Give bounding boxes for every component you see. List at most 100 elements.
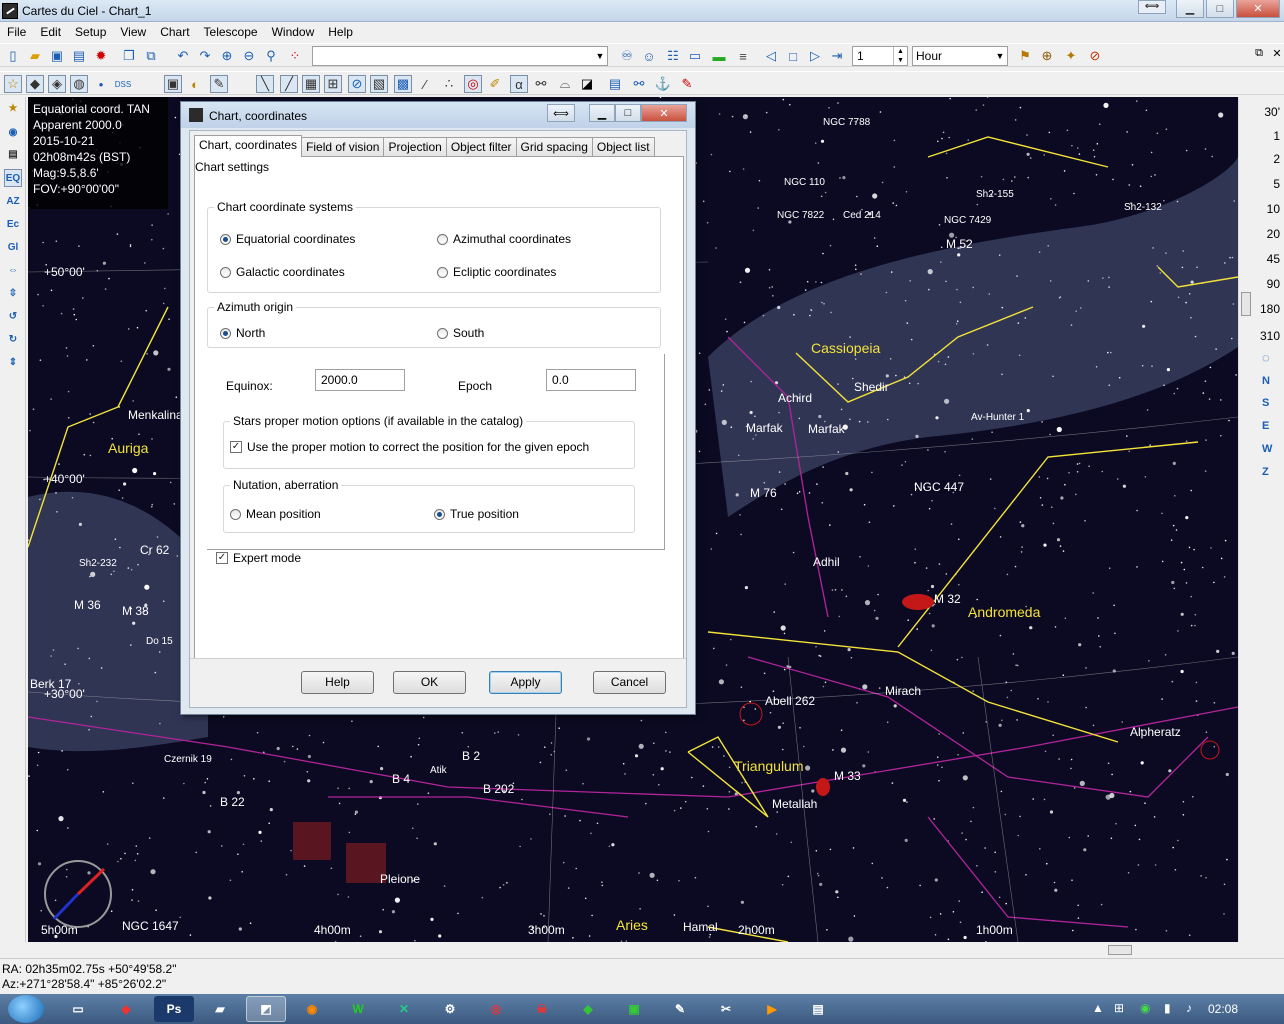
tab-projection[interactable]: Projection [383,137,447,157]
anchor-icon[interactable]: ⚓ [654,75,672,93]
notes-task-icon[interactable]: ▤ [798,996,838,1022]
satellite-icon[interactable]: ⚯ [532,75,550,93]
time-icon[interactable]: ▬ [710,47,728,65]
fast-forward-icon[interactable]: ⇥ [828,47,846,65]
south-button[interactable]: S [1262,397,1269,409]
frame-icon[interactable]: ▩ [394,75,412,93]
setup-icon[interactable]: ✹ [92,47,110,65]
galactic-radio[interactable]: Galactic coordinates [220,265,345,279]
apply-button[interactable]: Apply [489,671,562,694]
dialog-close-button[interactable]: ✕ [641,104,687,122]
tool-task-icon[interactable]: ◎ [476,996,516,1022]
zenith-button[interactable]: Z [1262,466,1269,478]
spinner-arrows-icon[interactable]: ▲ ▼ [893,47,907,65]
folder-task-icon[interactable]: ▰ [200,996,240,1022]
tab-chart-coordinates[interactable]: Chart, coordinates [194,135,303,157]
azimuthal-radio[interactable]: Azimuthal coordinates [437,232,571,246]
label-icon[interactable]: ✎ [210,75,228,93]
chevron-down-icon[interactable]: ▼ [993,47,1007,65]
equatorial-radio[interactable]: Equatorial coordinates [220,232,355,246]
tab-object-filter[interactable]: Object filter [445,137,517,157]
dialog-resize-button[interactable]: ⟺ [547,104,575,122]
menu-help[interactable]: Help [321,25,360,39]
media-task-icon[interactable]: ▶ [752,996,792,1022]
undo-icon[interactable]: ↶ [174,47,192,65]
app-task-icon[interactable]: ◆ [106,996,146,1022]
star-icon[interactable]: ★ [4,99,22,117]
flip-horizontal-icon[interactable]: ⇔ [4,261,22,279]
notes-icon[interactable]: ▤ [4,145,22,163]
fov-90-button[interactable]: 90 [1267,277,1280,291]
fov-30-button[interactable]: 30' [1264,105,1280,119]
network-tray-icon[interactable]: ▮ [1164,1001,1171,1015]
ecliptic-radio[interactable]: Ecliptic coordinates [437,265,556,279]
east-button[interactable]: E [1262,420,1269,432]
link-icon[interactable]: ⚯ [630,75,648,93]
tab-grid-spacing[interactable]: Grid spacing [515,137,593,157]
open-folder-icon[interactable]: ▰ [26,47,44,65]
save-icon[interactable]: ▣ [48,47,66,65]
binoculars-icon[interactable]: ♾ [618,47,636,65]
new-chart-icon[interactable]: ▯ [4,47,22,65]
tab-field-of-vision[interactable]: Field of vision [301,137,385,157]
telrad-icon[interactable]: ◎ [464,75,482,93]
search-combo[interactable]: ▼ [312,46,608,66]
menu-file[interactable]: File [0,25,33,39]
menu-edit[interactable]: Edit [33,25,68,39]
west-button[interactable]: W [1262,443,1272,455]
az-projection-button[interactable]: AZ [4,192,22,210]
help-button[interactable]: Help [301,671,374,694]
fov-1-button[interactable]: 1 [1273,129,1280,143]
tray-arrow-icon[interactable]: ▲ [1092,1001,1104,1015]
grid-icon[interactable]: ▦ [302,75,320,93]
menu-view[interactable]: View [113,25,153,39]
volume-tray-icon[interactable]: ♪ [1186,1001,1192,1015]
flip-vertical-icon[interactable]: ⇳ [4,284,22,302]
excel-task-icon[interactable]: ✕ [384,996,424,1022]
chevron-down-icon[interactable]: ▼ [593,47,607,65]
minimize-button[interactable]: ▁ [1176,0,1204,18]
app-tray-icon[interactable]: ◉ [1140,1001,1150,1015]
dot-icon[interactable]: • [92,75,110,93]
up-down-icon[interactable]: ⇕ [4,353,22,371]
gal-projection-button[interactable]: Gl [4,238,22,256]
fov-5-button[interactable]: 5 [1273,177,1280,191]
tile-windows-icon[interactable]: ⧉ [142,47,160,65]
menu-setup[interactable]: Setup [68,25,113,39]
menu-window[interactable]: Window [265,25,322,39]
comet-icon[interactable]: ∴ [440,75,458,93]
clock-icon[interactable]: ◌ [1262,350,1270,365]
step-back-icon[interactable]: ◁ [762,47,780,65]
cancel-button[interactable]: Cancel [593,671,666,694]
pen-task-icon[interactable]: ✎ [660,996,700,1022]
equinox-field[interactable]: 2000.0 [315,369,405,391]
close-button[interactable]: ✕ [1236,0,1280,18]
image-icon[interactable]: ▣ [164,75,182,93]
globe-icon[interactable]: ◉ [4,123,22,141]
alpha-icon[interactable]: α [510,75,528,93]
ok-button[interactable]: OK [393,671,466,694]
night-mode-icon[interactable]: ◪ [578,75,596,93]
north-radio[interactable]: North [220,326,265,340]
resize-toggle-button[interactable]: ⟺ [1138,0,1166,14]
time-unit-select[interactable]: Hour ▼ [912,46,1008,66]
stop-icon[interactable]: □ [784,47,802,65]
slew-icon[interactable]: ✦ [1062,47,1080,65]
nebula-icon[interactable]: ◆ [26,75,44,93]
ec-projection-button[interactable]: Ec [4,215,22,233]
rotate-left-icon[interactable]: ↺ [4,307,22,325]
eq-grid-icon[interactable]: ⊞ [324,75,342,93]
lines-icon[interactable]: ╲ [256,75,274,93]
scroll-thumb[interactable] [1241,292,1251,316]
bulb-icon[interactable]: ◐ [186,75,204,93]
redo-icon[interactable]: ↷ [196,47,214,65]
dialog-minimize-button[interactable]: ▁ [589,104,615,122]
calc-icon[interactable]: ▤ [606,75,624,93]
fov-180-button[interactable]: 180 [1260,302,1280,316]
crosshair-icon[interactable]: ⊕ [1038,47,1056,65]
stars-icon[interactable]: ☆ [4,75,22,93]
timeline-icon[interactable]: ≡ [734,47,752,65]
vertical-scrollbar[interactable] [1238,97,1252,942]
scale-icon[interactable]: ▧ [370,75,388,93]
galaxy-icon[interactable]: ◈ [48,75,66,93]
